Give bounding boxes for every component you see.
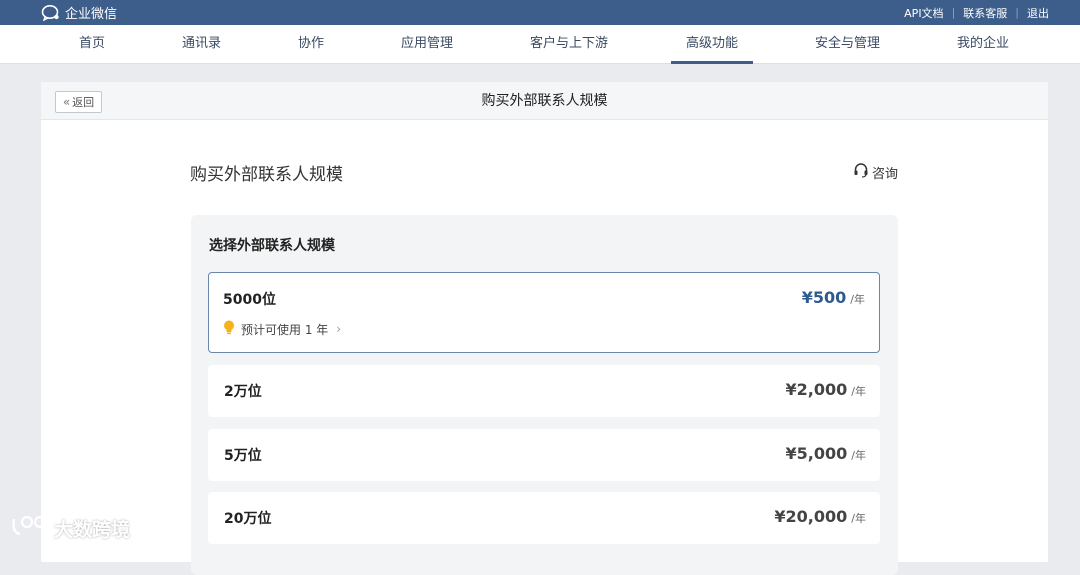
panel-header: « 返回 购买外部联系人规模: [41, 82, 1048, 120]
top-links: API文档 | 联系客服 | 退出: [904, 0, 1049, 25]
brand[interactable]: 企业微信: [41, 2, 117, 23]
brand-name: 企业微信: [65, 7, 118, 22]
card-title: 选择外部联系人规模: [209, 238, 335, 254]
chevron-right-icon: ›: [336, 322, 342, 336]
lightbulb-icon: [223, 320, 235, 338]
divider: |: [951, 6, 956, 19]
option-label: 2万位: [224, 384, 262, 400]
watermark-text: 大数跨境: [54, 519, 131, 541]
logout-link[interactable]: 退出: [1027, 5, 1049, 21]
price-unit: /年: [850, 293, 865, 306]
divider: |: [1015, 6, 1019, 19]
api-docs-link[interactable]: API文档: [904, 5, 943, 21]
nav-item-home[interactable]: 首页: [79, 25, 105, 64]
option-label: 5000位: [223, 292, 276, 308]
price-value: ¥2,000: [785, 380, 848, 399]
consult-label: 咨询: [872, 166, 899, 182]
price-value: ¥5,000: [785, 444, 848, 463]
nav-item-advanced-features[interactable]: 高级功能: [670, 25, 754, 64]
nav-item-collaboration[interactable]: 协作: [298, 25, 324, 64]
section-title: 购买外部联系人规模: [190, 165, 343, 185]
scale-selector-card: 选择外部联系人规模 5000位 ¥500 /年 预计可使用 1 年 › 2万位 …: [191, 215, 898, 575]
top-bar: 企业微信 API文档 | 联系客服 | 退出: [0, 0, 1080, 25]
watermark-logo-icon: [10, 513, 50, 544]
contact-support-link[interactable]: 联系客服: [963, 5, 1007, 21]
option-price: ¥2,000 /年: [786, 380, 866, 399]
nav-item-app-management[interactable]: 应用管理: [401, 25, 453, 64]
nav-item-customers[interactable]: 客户与上下游: [530, 25, 608, 64]
option-50000[interactable]: 5万位 ¥5,000 /年: [208, 429, 880, 481]
hint-text: 预计可使用 1 年: [241, 322, 329, 337]
page-title: 购买外部联系人规模: [481, 93, 608, 109]
price-value: ¥500: [801, 288, 847, 307]
price-unit: /年: [851, 385, 866, 398]
option-5000[interactable]: 5000位 ¥500 /年 预计可使用 1 年 ›: [208, 272, 880, 353]
option-label: 5万位: [224, 448, 262, 464]
price-unit: /年: [851, 512, 866, 525]
wecom-logo-icon: [41, 4, 61, 21]
nav-item-my-enterprise[interactable]: 我的企业: [957, 25, 1009, 64]
consult-button[interactable]: 咨询: [853, 162, 898, 182]
main-nav: 首页 通讯录 协作 应用管理 客户与上下游 高级功能 安全与管理 我的企业: [0, 25, 1080, 64]
option-label: 20万位: [224, 511, 272, 527]
option-price: ¥500 /年: [802, 288, 865, 307]
option-price: ¥20,000 /年: [774, 507, 866, 526]
content-panel: « 返回 购买外部联系人规模 购买外部联系人规模 咨询 选择外部联系人规模 50…: [41, 82, 1048, 575]
nav-item-contacts[interactable]: 通讯录: [182, 25, 221, 64]
price-value: ¥20,000: [774, 507, 848, 526]
price-unit: /年: [851, 449, 866, 462]
usage-hint[interactable]: 预计可使用 1 年 ›: [223, 320, 341, 338]
option-200000[interactable]: 20万位 ¥20,000 /年: [208, 492, 880, 544]
headset-icon: [853, 162, 869, 182]
option-price: ¥5,000 /年: [786, 444, 866, 463]
option-20000[interactable]: 2万位 ¥2,000 /年: [208, 365, 880, 417]
nav-item-security[interactable]: 安全与管理: [815, 25, 880, 64]
watermark: 大数跨境: [10, 513, 130, 544]
